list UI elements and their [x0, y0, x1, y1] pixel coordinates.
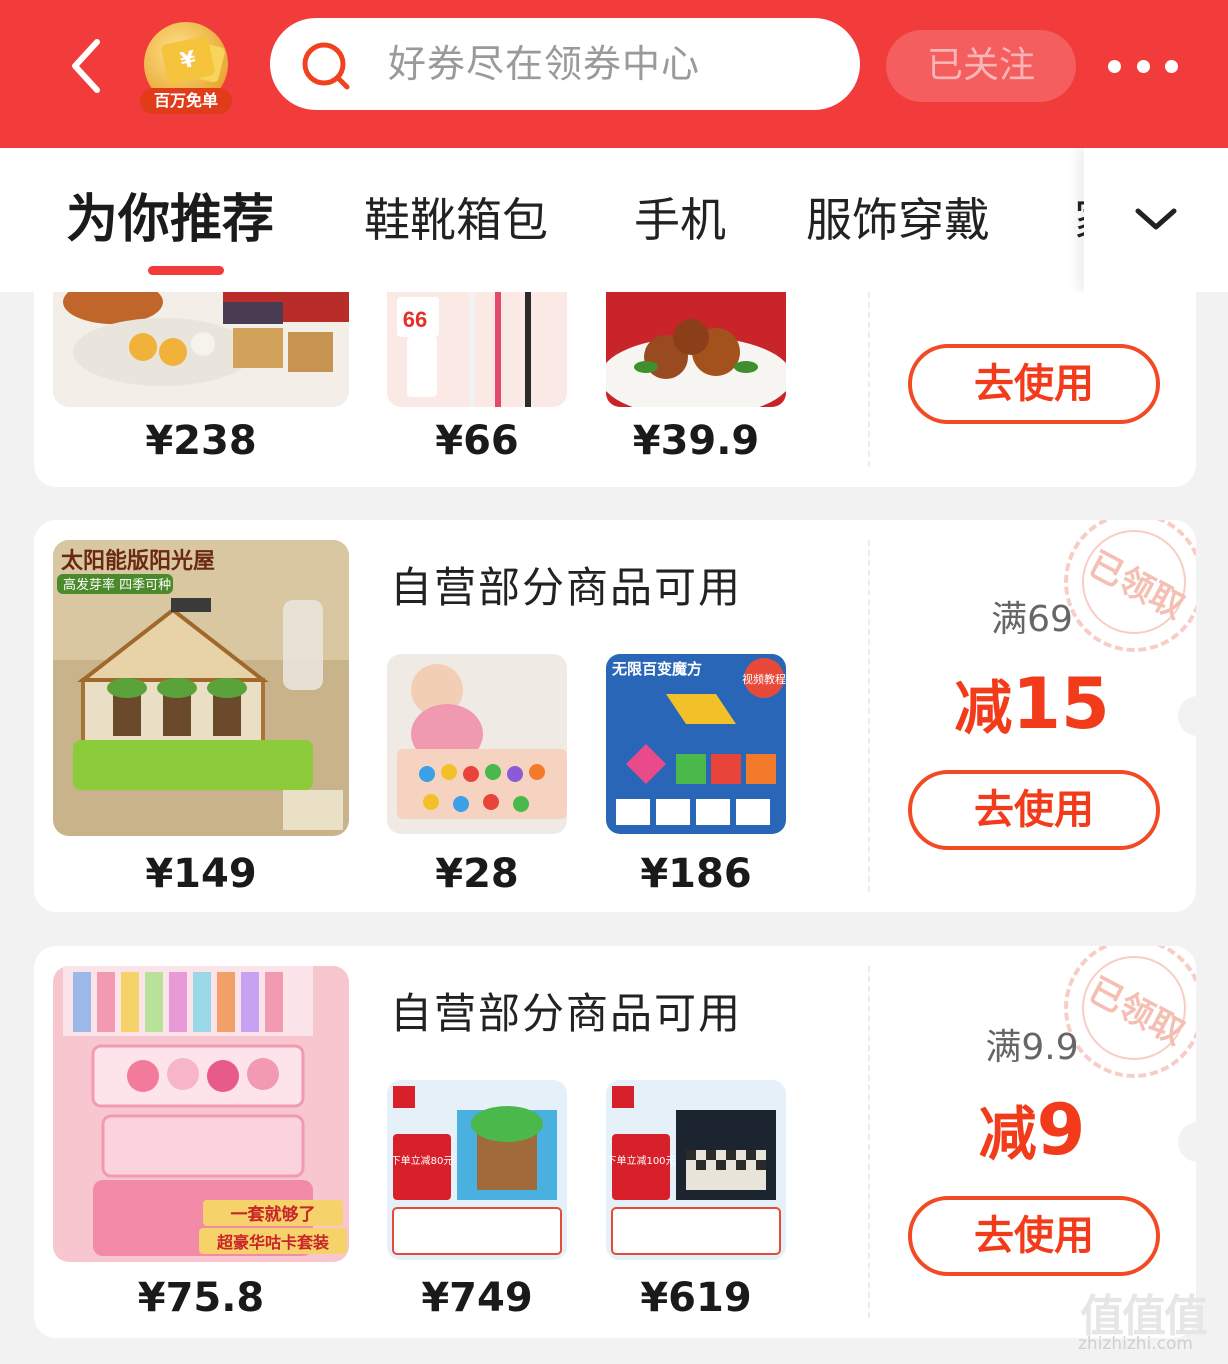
back-button[interactable]	[62, 36, 112, 96]
site-watermark: 值值值 zhizhizhi.com	[1078, 1291, 1208, 1354]
product-price: ¥149	[145, 851, 257, 897]
svg-text:超豪华咕卡套装: 超豪华咕卡套装	[216, 1233, 329, 1252]
search-bar[interactable]: 好券尽在领券中心	[270, 18, 860, 110]
discount-amount: 减15	[954, 663, 1110, 745]
svg-text:高发芽率 四季可种: 高发芽率 四季可种	[63, 577, 171, 593]
coupon-list: 66 ¥238 ¥66 ¥39.9 减5 去使用	[0, 292, 1228, 1364]
product-price: ¥749	[421, 1275, 533, 1321]
chevron-left-icon	[72, 39, 100, 93]
svg-text:下单立减80元: 下单立减80元	[391, 1154, 454, 1167]
product-image[interactable]: 66	[387, 292, 567, 407]
product-image[interactable]: 太阳能版阳光屋 高发芽率 四季可种	[53, 540, 349, 836]
tab-shoes-bags[interactable]: 鞋靴箱包	[364, 190, 548, 250]
product-image[interactable]	[387, 654, 567, 834]
product-image[interactable]	[53, 292, 349, 407]
svg-text:视频教程: 视频教程	[742, 672, 786, 686]
search-placeholder: 好券尽在领券中心	[388, 42, 701, 86]
product-image[interactable]: 一套就够了 超豪华咕卡套装	[53, 966, 349, 1262]
svg-text:无限百变魔方: 无限百变魔方	[611, 660, 702, 678]
product-image[interactable]	[606, 292, 786, 407]
coupon-scope: 自营部分商品可用	[390, 563, 743, 612]
tab-phones[interactable]: 手机	[634, 190, 726, 250]
discount-amount: 减9	[978, 1089, 1086, 1171]
coupon-card: 66 ¥238 ¥66 ¥39.9 减5 去使用	[34, 292, 1196, 487]
product-price: ¥619	[640, 1275, 752, 1321]
follow-button[interactable]: 已关注	[886, 30, 1076, 102]
product-image[interactable]: 无限百变魔方 视频教程	[606, 654, 786, 834]
svg-text:一套就够了: 一套就够了	[231, 1204, 316, 1225]
badge-label: 百万免单	[140, 88, 232, 114]
product-image[interactable]: 下单立减80元	[387, 1080, 567, 1260]
use-coupon-button[interactable]: 去使用	[908, 1196, 1160, 1276]
top-bar: ¥ 百万免单 好券尽在领券中心 已关注	[0, 0, 1228, 148]
chevron-down-icon	[1135, 208, 1177, 230]
category-tabs: 为你推荐 鞋靴箱包 手机 服饰穿戴 家	[0, 148, 1228, 292]
coupon-card: 一套就够了 超豪华咕卡套装 自营部分商品可用 下单立减80元 下单立减100元 …	[34, 946, 1196, 1338]
more-dots-icon	[1108, 59, 1121, 73]
svg-text:太阳能版阳光屋: 太阳能版阳光屋	[61, 548, 215, 574]
free-order-badge[interactable]: ¥ 百万免单	[140, 22, 232, 114]
product-price: ¥66	[435, 418, 519, 464]
discount-amount: 减5	[914, 292, 1150, 319]
use-coupon-button[interactable]: 去使用	[908, 770, 1160, 850]
coupon-scope: 自营部分商品可用	[390, 989, 743, 1038]
product-price: ¥75.8	[137, 1275, 265, 1321]
product-price: ¥238	[145, 418, 257, 464]
coupon-threshold: 满9.9	[985, 1027, 1079, 1068]
search-icon	[302, 42, 350, 90]
more-button[interactable]	[1108, 52, 1178, 80]
use-coupon-button[interactable]: 去使用	[908, 344, 1160, 424]
svg-text:下单立减100元: 下单立减100元	[606, 1154, 675, 1167]
coupon-threshold: 满69	[991, 599, 1073, 640]
product-price: ¥186	[640, 851, 752, 897]
active-tab-indicator	[148, 266, 224, 275]
tab-recommended[interactable]: 为你推荐	[66, 190, 274, 250]
product-price: ¥28	[435, 851, 519, 897]
expand-tabs-button[interactable]	[1084, 148, 1228, 292]
product-image[interactable]: 下单立减100元	[606, 1080, 786, 1260]
coupon-card: 太阳能版阳光屋 高发芽率 四季可种 自营部分商品可用 无限百变魔方 视频教程 ¥…	[34, 520, 1196, 912]
svg-text:66: 66	[403, 307, 427, 332]
product-price: ¥39.9	[632, 418, 760, 464]
tab-apparel[interactable]: 服饰穿戴	[806, 190, 990, 250]
